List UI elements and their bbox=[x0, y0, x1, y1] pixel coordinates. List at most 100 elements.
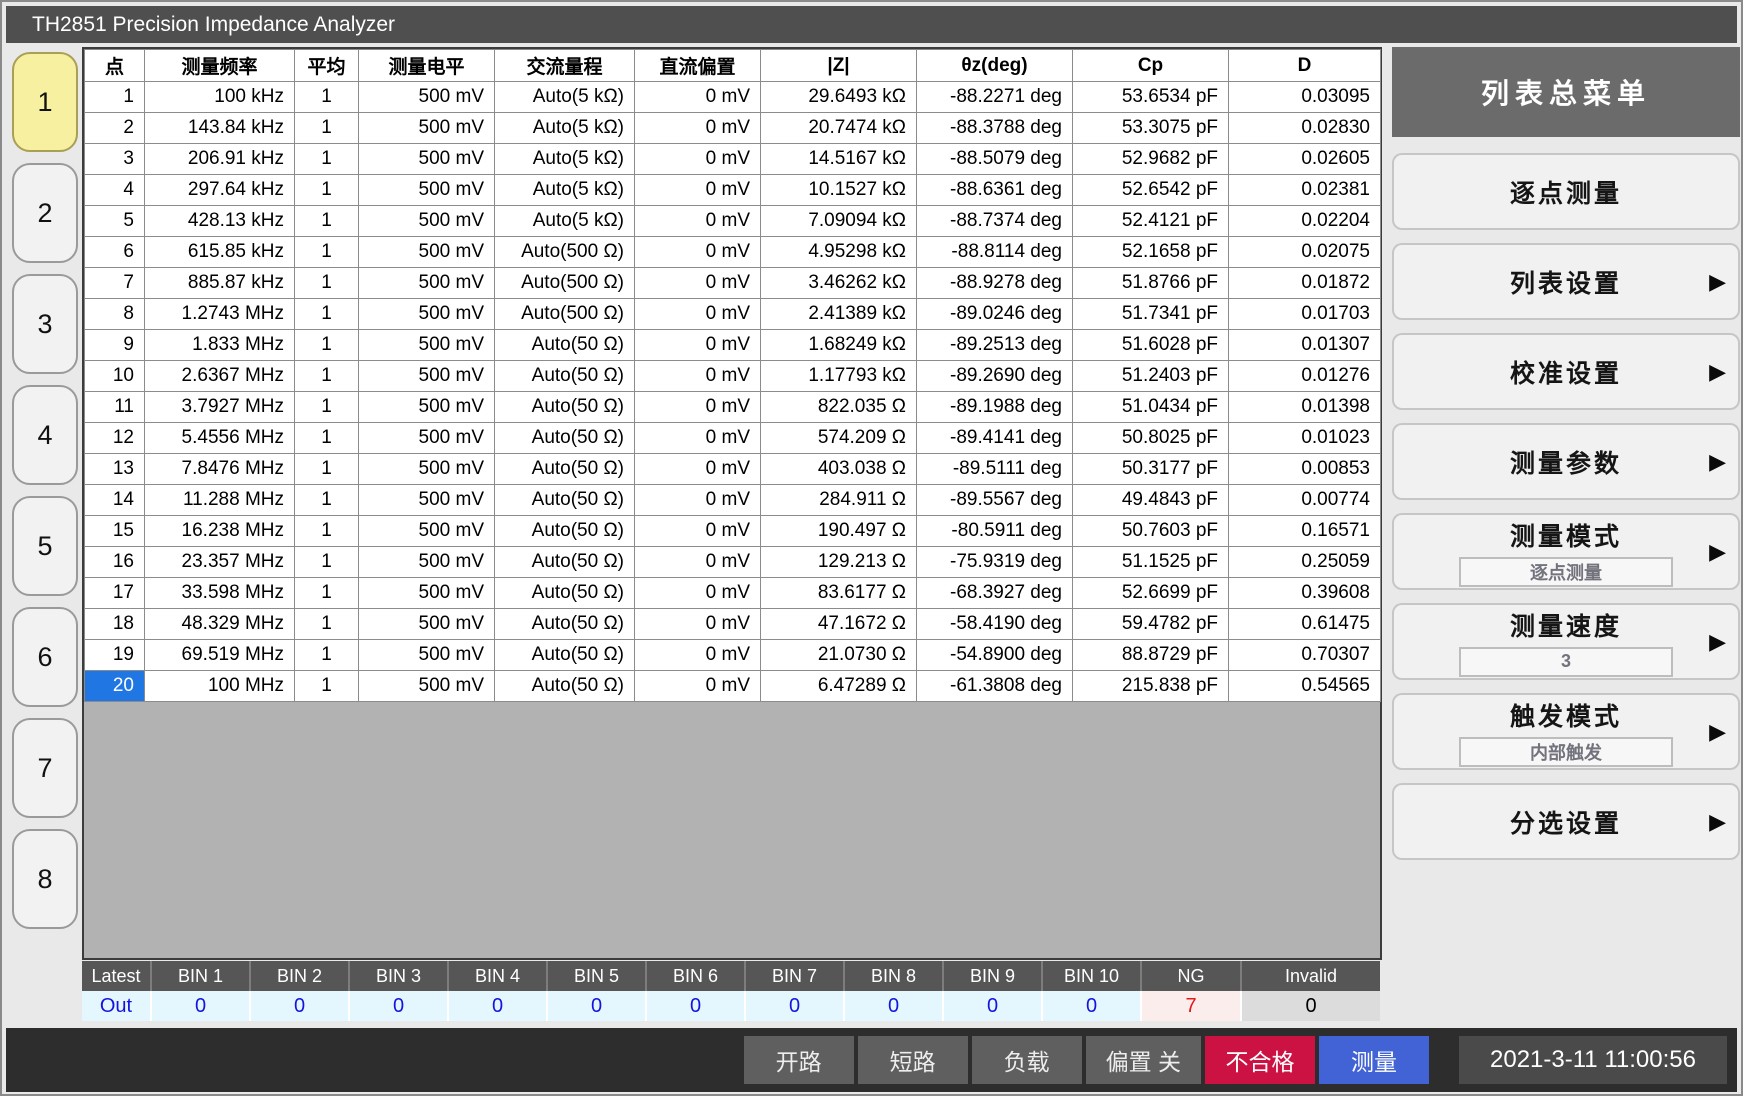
table-cell: 14 bbox=[85, 485, 145, 516]
table-cell: Auto(50 Ω) bbox=[495, 547, 635, 578]
table-cell: 23.357 MHz bbox=[145, 547, 295, 578]
table-row[interactable]: 20100 MHz1500 mVAuto(50 Ω)0 mV6.47289 Ω-… bbox=[85, 671, 1381, 702]
measurement-tab-1[interactable]: 1 bbox=[12, 52, 78, 152]
bin-value-bin-1: 0 bbox=[150, 991, 249, 1021]
table-cell: 0 mV bbox=[635, 144, 761, 175]
table-cell: 129.213 Ω bbox=[761, 547, 917, 578]
table-row[interactable]: 1516.238 MHz1500 mVAuto(50 Ω)0 mV190.497… bbox=[85, 516, 1381, 547]
status-button-6[interactable]: 测量 bbox=[1319, 1036, 1429, 1084]
table-cell: 500 mV bbox=[359, 361, 495, 392]
status-button-5[interactable]: 不合格 bbox=[1205, 1036, 1315, 1084]
table-row[interactable]: 6615.85 kHz1500 mVAuto(500 Ω)0 mV4.95298… bbox=[85, 237, 1381, 268]
table-cell: 2.6367 MHz bbox=[145, 361, 295, 392]
table-cell: -89.5567 deg bbox=[917, 485, 1073, 516]
table-cell: Auto(50 Ω) bbox=[495, 392, 635, 423]
table-cell: -89.2513 deg bbox=[917, 330, 1073, 361]
table-row[interactable]: 1969.519 MHz1500 mVAuto(50 Ω)0 mV21.0730… bbox=[85, 640, 1381, 671]
measurement-tab-6[interactable]: 6 bbox=[12, 607, 78, 707]
table-cell: 20.7474 kΩ bbox=[761, 113, 917, 144]
table-cell: 500 mV bbox=[359, 516, 495, 547]
table-row[interactable]: 125.4556 MHz1500 mVAuto(50 Ω)0 mV574.209… bbox=[85, 423, 1381, 454]
menu-button-2[interactable]: 列表设置▶ bbox=[1392, 243, 1740, 320]
table-cell: 53.3075 pF bbox=[1073, 113, 1229, 144]
measurement-tab-8[interactable]: 8 bbox=[12, 829, 78, 929]
status-button-4[interactable]: 偏置 关 bbox=[1086, 1036, 1201, 1084]
table-row[interactable]: 113.7927 MHz1500 mVAuto(50 Ω)0 mV822.035… bbox=[85, 392, 1381, 423]
bin-header-bin-4: BIN 4 bbox=[447, 961, 546, 991]
menu-button-label: 列表设置 bbox=[1510, 264, 1622, 300]
submenu-arrow-icon: ▶ bbox=[1709, 539, 1726, 565]
menu-button-5[interactable]: 测量模式逐点测量▶ bbox=[1392, 513, 1740, 590]
table-row[interactable]: 1100 kHz1500 mVAuto(5 kΩ)0 mV29.6493 kΩ-… bbox=[85, 82, 1381, 113]
table-row[interactable]: 1623.357 MHz1500 mVAuto(50 Ω)0 mV129.213… bbox=[85, 547, 1381, 578]
menu-button-8[interactable]: 分选设置▶ bbox=[1392, 783, 1740, 860]
bin-value-ng: 7 bbox=[1140, 991, 1240, 1021]
table-cell: 52.1658 pF bbox=[1073, 237, 1229, 268]
table-cell: 14.5167 kΩ bbox=[761, 144, 917, 175]
bin-header-bin-1: BIN 1 bbox=[150, 961, 249, 991]
bin-header-ng: NG bbox=[1140, 961, 1240, 991]
table-cell: 0.02381 bbox=[1229, 175, 1381, 206]
table-cell: 500 mV bbox=[359, 113, 495, 144]
table-cell: Auto(5 kΩ) bbox=[495, 206, 635, 237]
table-row[interactable]: 81.2743 MHz1500 mVAuto(500 Ω)0 mV2.41389… bbox=[85, 299, 1381, 330]
table-cell: 428.13 kHz bbox=[145, 206, 295, 237]
measurement-tab-4[interactable]: 4 bbox=[12, 385, 78, 485]
table-cell: 18 bbox=[85, 609, 145, 640]
menu-button-1[interactable]: 逐点测量 bbox=[1392, 153, 1740, 230]
measurement-tab-2[interactable]: 2 bbox=[12, 163, 78, 263]
table-cell: 8 bbox=[85, 299, 145, 330]
table-cell: -75.9319 deg bbox=[917, 547, 1073, 578]
table-cell: 0 mV bbox=[635, 640, 761, 671]
table-cell: 4 bbox=[85, 175, 145, 206]
side-menu: 列表总菜单 逐点测量列表设置▶校准设置▶测量参数▶测量模式逐点测量▶测量速度3▶… bbox=[1392, 47, 1740, 873]
menu-button-6[interactable]: 测量速度3▶ bbox=[1392, 603, 1740, 680]
table-cell: 10.1527 kΩ bbox=[761, 175, 917, 206]
table-cell: 0 mV bbox=[635, 392, 761, 423]
table-cell: -88.3788 deg bbox=[917, 113, 1073, 144]
table-cell: 19 bbox=[85, 640, 145, 671]
bin-header-latest: Latest bbox=[82, 961, 150, 991]
table-row[interactable]: 3206.91 kHz1500 mVAuto(5 kΩ)0 mV14.5167 … bbox=[85, 144, 1381, 175]
menu-button-label: 测量参数 bbox=[1510, 444, 1622, 480]
menu-title: 列表总菜单 bbox=[1481, 72, 1651, 112]
menu-button-3[interactable]: 校准设置▶ bbox=[1392, 333, 1740, 410]
table-cell: 69.519 MHz bbox=[145, 640, 295, 671]
table-cell: -88.6361 deg bbox=[917, 175, 1073, 206]
table-row[interactable]: 4297.64 kHz1500 mVAuto(5 kΩ)0 mV10.1527 … bbox=[85, 175, 1381, 206]
submenu-arrow-icon: ▶ bbox=[1709, 719, 1726, 745]
table-cell: 1 bbox=[295, 671, 359, 702]
bin-header-bin-6: BIN 6 bbox=[645, 961, 744, 991]
table-row[interactable]: 5428.13 kHz1500 mVAuto(5 kΩ)0 mV7.09094 … bbox=[85, 206, 1381, 237]
column-header: θz(deg) bbox=[917, 50, 1073, 82]
table-cell: Auto(50 Ω) bbox=[495, 671, 635, 702]
table-row[interactable]: 91.833 MHz1500 mVAuto(50 Ω)0 mV1.68249 k… bbox=[85, 330, 1381, 361]
table-cell: 0.54565 bbox=[1229, 671, 1381, 702]
table-row[interactable]: 1848.329 MHz1500 mVAuto(50 Ω)0 mV47.1672… bbox=[85, 609, 1381, 640]
table-cell: 0 mV bbox=[635, 454, 761, 485]
table-cell: 1 bbox=[295, 299, 359, 330]
table-cell: Auto(500 Ω) bbox=[495, 268, 635, 299]
bin-header-bin-9: BIN 9 bbox=[942, 961, 1041, 991]
table-row[interactable]: 1733.598 MHz1500 mVAuto(50 Ω)0 mV83.6177… bbox=[85, 578, 1381, 609]
bin-header-bin-5: BIN 5 bbox=[546, 961, 645, 991]
table-cell: 500 mV bbox=[359, 144, 495, 175]
table-row[interactable]: 1411.288 MHz1500 mVAuto(50 Ω)0 mV284.911… bbox=[85, 485, 1381, 516]
measurement-tab-5[interactable]: 5 bbox=[12, 496, 78, 596]
status-button-2[interactable]: 短路 bbox=[858, 1036, 968, 1084]
table-row[interactable]: 7885.87 kHz1500 mVAuto(500 Ω)0 mV3.46262… bbox=[85, 268, 1381, 299]
status-button-1[interactable]: 开路 bbox=[744, 1036, 854, 1084]
table-row[interactable]: 102.6367 MHz1500 mVAuto(50 Ω)0 mV1.17793… bbox=[85, 361, 1381, 392]
table-cell: 403.038 Ω bbox=[761, 454, 917, 485]
table-cell: 0 mV bbox=[635, 485, 761, 516]
table-row[interactable]: 2143.84 kHz1500 mVAuto(5 kΩ)0 mV20.7474 … bbox=[85, 113, 1381, 144]
table-row[interactable]: 137.8476 MHz1500 mVAuto(50 Ω)0 mV403.038… bbox=[85, 454, 1381, 485]
bin-header-bin-10: BIN 10 bbox=[1041, 961, 1140, 991]
status-button-3[interactable]: 负载 bbox=[972, 1036, 1082, 1084]
menu-button-4[interactable]: 测量参数▶ bbox=[1392, 423, 1740, 500]
table-cell: 500 mV bbox=[359, 82, 495, 113]
menu-button-7[interactable]: 触发模式内部触发▶ bbox=[1392, 693, 1740, 770]
measurement-tab-3[interactable]: 3 bbox=[12, 274, 78, 374]
measurement-tab-7[interactable]: 7 bbox=[12, 718, 78, 818]
table-cell: 500 mV bbox=[359, 454, 495, 485]
